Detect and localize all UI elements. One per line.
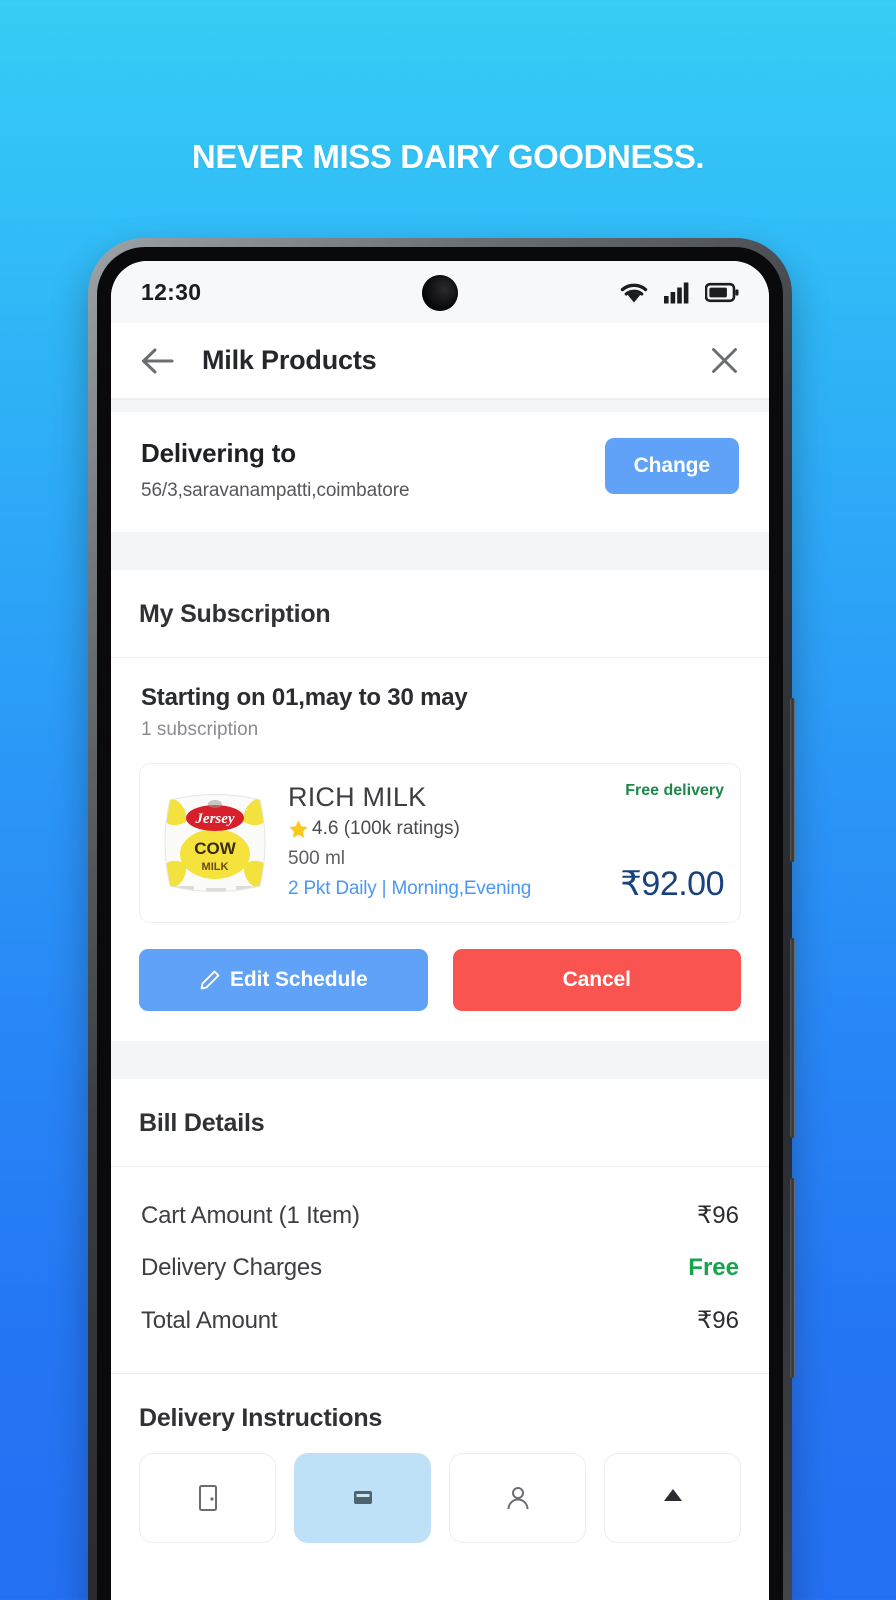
delivery-option-pet[interactable] (604, 1453, 741, 1543)
subscription-period-block: Starting on 01,may to 30 may 1 subscript… (111, 658, 769, 741)
product-name: RICH MILK (288, 782, 427, 812)
extra-side-button[interactable] (790, 1178, 795, 1378)
subscription-period: Starting on 01,may to 30 may (141, 684, 468, 711)
product-price-column: Free delivery ₹92.00 (614, 782, 724, 904)
section-gap-3 (111, 1041, 769, 1079)
bill-label: Cart Amount (1 Item) (141, 1201, 360, 1229)
delivering-to-label: Delivering to (141, 438, 296, 468)
subscription-actions: Edit Schedule Cancel (111, 923, 769, 1041)
phone-bezel: 12:30 Milk Products Delivering to 56/3,s… (97, 247, 783, 1600)
delivery-instruction-options (111, 1453, 769, 1543)
delivery-option-doorbell[interactable] (294, 1453, 431, 1543)
product-details: RICH MILK 4.6 (100k ratings) 500 ml 2 Pk… (274, 782, 614, 904)
product-size: 500 ml (288, 848, 346, 869)
battery-icon (705, 282, 739, 303)
my-subscription-heading: My Subscription (111, 570, 769, 657)
app-bar: Milk Products (111, 323, 769, 399)
table-row: Cart Amount (1 Item) ₹96 (141, 1189, 739, 1242)
pencil-icon (199, 969, 221, 991)
door-icon (193, 1483, 223, 1513)
table-row: Total Amount ₹96 (141, 1294, 739, 1347)
front-camera-punch-hole (422, 275, 458, 311)
change-address-button[interactable]: Change (604, 438, 739, 494)
svg-text:COW: COW (194, 839, 237, 858)
edit-schedule-label: Edit Schedule (229, 968, 368, 991)
product-rating-row: 4.6 (100k ratings) (288, 818, 614, 840)
status-time: 12:30 (141, 278, 202, 305)
section-gap (111, 400, 769, 412)
bill-label: Total Amount (141, 1306, 278, 1334)
pet-icon (658, 1483, 688, 1513)
svg-text:MILK: MILK (202, 861, 229, 873)
product-schedule: 2 Pkt Daily | Morning,Evening (288, 878, 532, 899)
table-row: Delivery Charges Free (141, 1242, 739, 1294)
address-texts: Delivering to 56/3,saravanampatti,coimba… (141, 438, 410, 502)
product-price: ₹92.00 (620, 865, 724, 903)
wifi-icon (619, 281, 649, 304)
section-gap-2 (111, 532, 769, 570)
phone-mockup: 12:30 Milk Products Delivering to 56/3,s… (88, 238, 795, 1600)
status-bar: 12:30 (111, 261, 769, 323)
promo-headline: NEVER MISS DAIRY GOODNESS. (191, 138, 705, 175)
status-indicators (619, 281, 739, 304)
svg-text:Jersey: Jersey (194, 811, 234, 827)
subscription-count: 1 subscription (141, 719, 259, 740)
bill-rows: Cart Amount (1 Item) ₹96 Delivery Charge… (111, 1167, 769, 1373)
bill-value: Free (688, 1254, 739, 1281)
close-icon[interactable] (708, 344, 741, 377)
phone-screen: 12:30 Milk Products Delivering to 56/3,s… (111, 261, 769, 1600)
doorbell-icon (348, 1483, 378, 1513)
bill-label: Delivery Charges (141, 1254, 322, 1281)
bill-value: ₹96 (697, 1307, 739, 1334)
delivery-address-section: Delivering to 56/3,saravanampatti,coimba… (111, 412, 769, 532)
bill-value: ₹96 (697, 1202, 739, 1229)
power-button[interactable] (790, 938, 795, 1138)
delivery-instructions-heading: Delivery Instructions (111, 1374, 769, 1453)
product-rating-text: 4.6 (100k ratings) (312, 818, 460, 839)
volume-button[interactable] (790, 698, 795, 862)
delivery-option-door[interactable] (139, 1453, 276, 1543)
delivery-address-value: 56/3,saravanampatti,coimbatore (141, 480, 410, 501)
bill-details-heading: Bill Details (111, 1079, 769, 1166)
page-title: Milk Products (202, 345, 377, 375)
free-delivery-badge: Free delivery (625, 782, 724, 799)
product-card-wrapper: Jersey COW MILK RICH MILK 4.6 (100k rati… (111, 741, 769, 923)
subscription-product-card[interactable]: Jersey COW MILK RICH MILK 4.6 (100k rati… (139, 763, 741, 923)
cellular-signal-icon (663, 281, 691, 304)
back-arrow-icon[interactable] (139, 346, 176, 376)
guard-icon (503, 1483, 533, 1513)
cancel-label: Cancel (562, 968, 631, 991)
star-icon (288, 819, 309, 840)
edit-schedule-button[interactable]: Edit Schedule (139, 949, 428, 1011)
cancel-subscription-button[interactable]: Cancel (452, 949, 741, 1011)
delivery-option-guard[interactable] (449, 1453, 586, 1543)
milk-packet-image: Jersey COW MILK (156, 782, 274, 904)
